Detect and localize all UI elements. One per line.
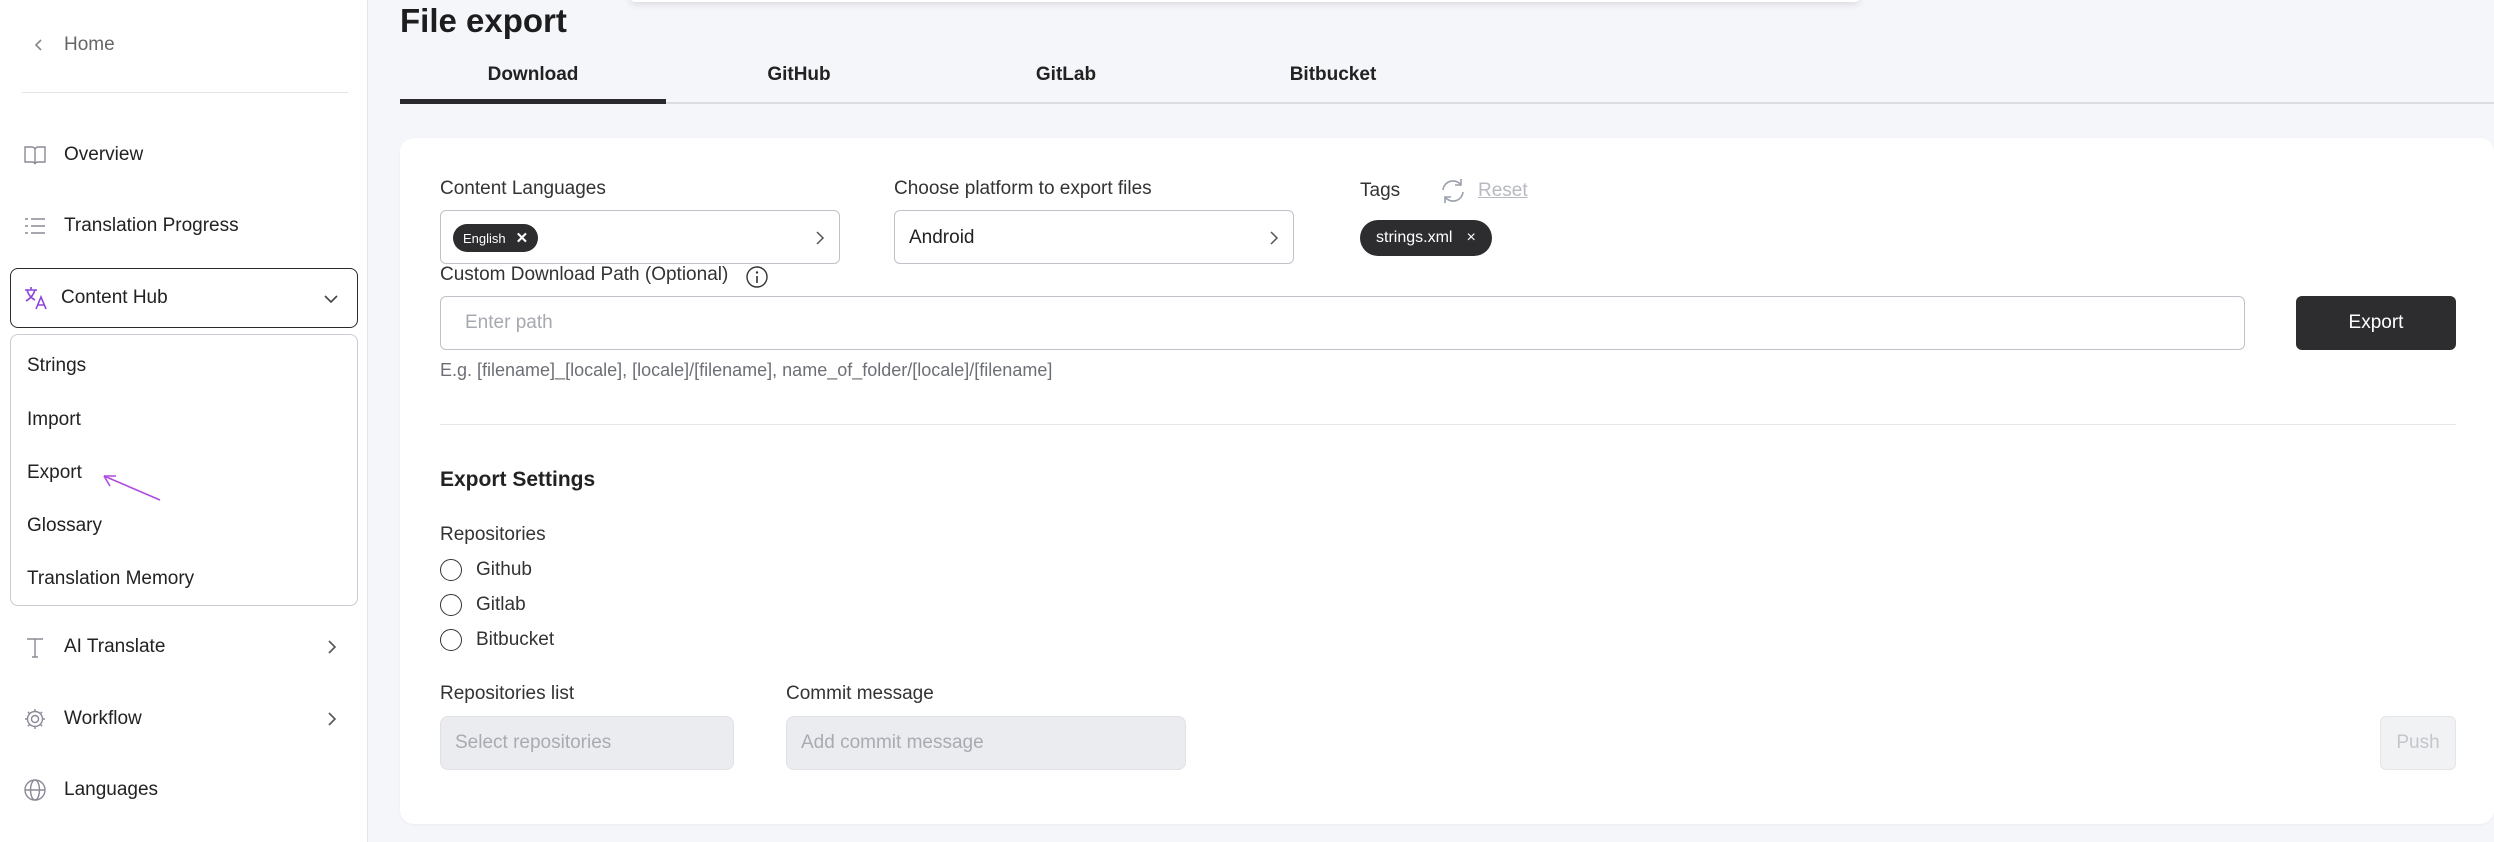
chevron-right-icon xyxy=(1270,231,1279,245)
language-chip: English ✕ xyxy=(453,224,539,252)
page-title: File export xyxy=(400,2,567,39)
close-icon[interactable]: × xyxy=(1466,229,1475,247)
close-icon[interactable]: ✕ xyxy=(516,229,529,247)
sidebar-item-ai-translate[interactable]: AI Translate xyxy=(22,627,352,667)
radio-label: Github xyxy=(476,559,532,580)
path-hint: E.g. [filename]_[locale], [locale]/[file… xyxy=(440,360,1053,380)
radio-circle[interactable] xyxy=(440,594,462,616)
repositories-list-label: Repositories list xyxy=(440,683,575,704)
tab-bitbucket[interactable]: Bitbucket xyxy=(1200,64,1466,86)
card-divider xyxy=(440,424,2456,425)
submenu-item-export[interactable]: Export xyxy=(27,462,82,484)
radio-circle[interactable] xyxy=(440,559,462,581)
radio-label: Bitbucket xyxy=(476,629,555,650)
language-chip-label: English xyxy=(463,230,506,246)
top-bar-shadow xyxy=(630,0,1860,2)
export-card: Content Languages English ✕ Choose platf… xyxy=(400,138,2494,824)
info-icon[interactable] xyxy=(745,265,769,289)
content-languages-select[interactable]: English ✕ xyxy=(440,210,840,264)
sidebar-item-translation-progress[interactable]: Translation Progress xyxy=(22,206,352,246)
path-input[interactable] xyxy=(440,296,2245,350)
submenu-item-translation-memory[interactable]: Translation Memory xyxy=(27,568,194,590)
sidebar-item-label: Workflow xyxy=(64,708,142,729)
commit-message-label: Commit message xyxy=(786,683,934,704)
path-label: Custom Download Path (Optional) xyxy=(440,264,729,285)
globe-icon xyxy=(22,777,48,803)
content-hub-submenu: Strings Import Export Glossary Translati… xyxy=(10,334,358,606)
submenu-item-import[interactable]: Import xyxy=(27,409,81,431)
gear-icon xyxy=(22,706,48,732)
tab-download[interactable]: Download xyxy=(400,64,666,104)
platform-label: Choose platform to export files xyxy=(894,178,1152,199)
push-button[interactable]: Push xyxy=(2380,716,2456,770)
platform-select[interactable]: Android xyxy=(894,210,1294,264)
chevron-right-icon xyxy=(816,231,825,245)
translate-icon xyxy=(23,285,49,311)
tab-github[interactable]: GitHub xyxy=(666,64,932,86)
pointer-arrow-icon xyxy=(103,475,161,501)
export-tabs: Download GitHub GitLab Bitbucket xyxy=(400,52,2494,104)
content-languages-label: Content Languages xyxy=(440,178,606,199)
radio-bitbucket[interactable]: Bitbucket xyxy=(440,629,554,651)
refresh-icon[interactable] xyxy=(1438,176,1468,206)
chevron-left-icon xyxy=(34,39,42,51)
platform-value: Android xyxy=(909,227,975,248)
radio-label: Gitlab xyxy=(476,594,526,615)
commit-message-input[interactable] xyxy=(786,716,1186,770)
reset-link[interactable]: Reset xyxy=(1478,180,1528,202)
tag-chip: strings.xml × xyxy=(1360,220,1492,256)
tags-label: Tags xyxy=(1360,180,1401,201)
sidebar-item-label: Overview xyxy=(64,144,144,165)
export-button[interactable]: Export xyxy=(2296,296,2456,350)
list-icon xyxy=(22,213,48,239)
radio-circle[interactable] xyxy=(440,629,462,651)
repositories-list-input[interactable] xyxy=(440,716,734,770)
submenu-item-strings[interactable]: Strings xyxy=(27,355,86,377)
tag-chip-label: strings.xml xyxy=(1376,229,1453,246)
sidebar-item-languages[interactable]: Languages xyxy=(22,770,352,810)
submenu-item-glossary[interactable]: Glossary xyxy=(27,515,102,537)
tab-gitlab[interactable]: GitLab xyxy=(933,64,1199,86)
chevron-down-icon xyxy=(324,295,338,304)
sidebar-divider xyxy=(22,92,348,93)
chevron-right-icon xyxy=(328,712,337,726)
home-link[interactable]: Home xyxy=(32,34,115,56)
home-label: Home xyxy=(64,34,115,55)
export-settings-title: Export Settings xyxy=(440,468,596,491)
sidebar-item-overview[interactable]: Overview xyxy=(22,135,352,175)
chevron-right-icon xyxy=(328,640,337,654)
text-t-icon xyxy=(22,634,48,660)
sidebar-item-workflow[interactable]: Workflow xyxy=(22,699,352,739)
sidebar: Home Overview Translation Progress Conte… xyxy=(0,0,368,842)
sidebar-item-label: Translation Progress xyxy=(64,215,239,236)
repositories-label: Repositories xyxy=(440,524,546,545)
sidebar-item-label: Languages xyxy=(64,779,159,800)
sidebar-item-content-hub[interactable]: Content Hub xyxy=(10,268,358,328)
book-open-icon xyxy=(22,142,48,168)
sidebar-item-label: Content Hub xyxy=(61,287,168,308)
radio-github[interactable]: Github xyxy=(440,559,532,581)
radio-gitlab[interactable]: Gitlab xyxy=(440,594,526,616)
sidebar-item-label: AI Translate xyxy=(64,636,166,657)
